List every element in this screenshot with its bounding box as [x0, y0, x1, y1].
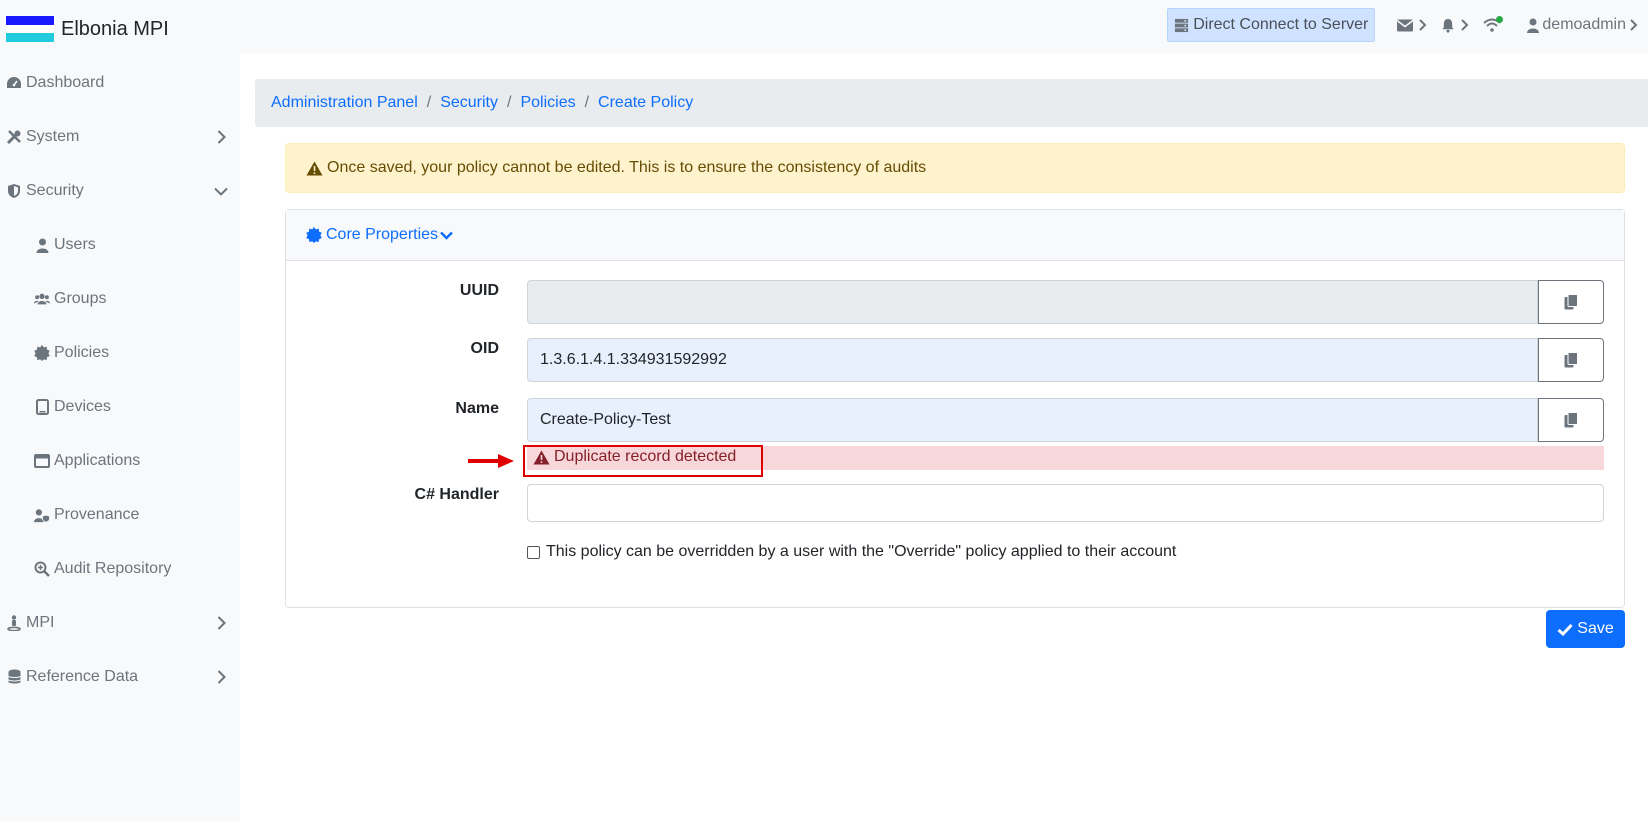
tablet-icon — [34, 399, 50, 415]
copy-icon — [1564, 294, 1578, 310]
sidebar-item-label: System — [26, 128, 80, 145]
sidebar-item-label: Groups — [54, 290, 107, 307]
save-button[interactable]: Save — [1546, 610, 1625, 648]
sidebar-item-label: Security — [26, 182, 84, 199]
sidebar-item-label: Users — [54, 236, 96, 253]
card-header[interactable]: Core Properties — [286, 210, 1624, 261]
chevron-right-icon — [217, 130, 226, 144]
arrow-annotation-icon — [468, 454, 514, 468]
bell-icon — [1442, 18, 1455, 33]
breadcrumb-create-policy[interactable]: Create Policy — [598, 94, 693, 112]
sidebar: Dashboard System Security Users Groups P… — [0, 54, 240, 822]
warning-alert: Once saved, your policy cannot be edited… — [285, 143, 1625, 193]
breadcrumb-separator: / — [507, 94, 512, 111]
sidebar-item-label: Devices — [54, 398, 111, 415]
alert-text: Once saved, your policy cannot be edited… — [327, 159, 927, 176]
sidebar-item-label: Audit Repository — [54, 560, 172, 577]
sidebar-item-dashboard[interactable]: Dashboard — [0, 68, 240, 98]
sidebar-item-applications[interactable]: Applications — [0, 446, 240, 476]
sidebar-item-mpi[interactable]: MPI — [0, 608, 240, 638]
connection-status[interactable] — [1483, 16, 1504, 32]
server-icon — [1175, 18, 1189, 32]
dashboard-icon — [6, 75, 22, 91]
person-icon — [6, 615, 22, 631]
database-icon — [6, 669, 22, 685]
name-field[interactable]: Create-Policy-Test — [527, 398, 1538, 442]
chevron-right-icon — [217, 670, 226, 684]
top-navbar: Elbonia MPI Direct Connect to Server dem… — [0, 0, 1648, 54]
username: demoadmin — [1542, 16, 1626, 33]
check-icon — [1557, 623, 1573, 636]
card-header-title: Core Properties — [326, 226, 439, 243]
sidebar-item-policies[interactable]: Policies — [0, 338, 240, 368]
copy-icon — [1564, 352, 1578, 368]
online-indicator — [1496, 16, 1504, 23]
tools-icon — [6, 129, 22, 145]
breadcrumb-separator: / — [584, 94, 590, 111]
sidebar-item-groups[interactable]: Groups — [0, 284, 240, 314]
sidebar-item-reference-data[interactable]: Reference Data — [0, 662, 240, 692]
sidebar-item-audit-repository[interactable]: Audit Repository — [0, 554, 240, 584]
sidebar-item-label: Applications — [54, 452, 141, 469]
sidebar-item-devices[interactable]: Devices — [0, 392, 240, 422]
copy-oid-button[interactable] — [1538, 338, 1604, 382]
user-menu[interactable]: demoadmin — [1527, 16, 1638, 34]
search-plus-icon — [34, 561, 50, 577]
chevron-down-icon — [214, 187, 228, 196]
certificate-icon — [34, 345, 50, 361]
override-checkbox-row[interactable]: This policy can be overridden by a user … — [527, 543, 1176, 561]
breadcrumb: Administration Panel / Security / Polici… — [255, 79, 1648, 127]
copy-icon — [1564, 412, 1578, 428]
sidebar-item-label: Policies — [54, 344, 110, 361]
chevron-down-icon — [440, 231, 453, 240]
top-nav-actions: Direct Connect to Server demoadmin — [1167, 7, 1638, 43]
sidebar-item-label: MPI — [26, 614, 55, 631]
user-icon — [1527, 18, 1540, 33]
override-checkbox[interactable] — [527, 545, 540, 559]
override-checkbox-label: This policy can be overridden by a user … — [546, 543, 1177, 560]
oid-label: OID — [470, 340, 499, 357]
handler-label: C# Handler — [414, 486, 499, 503]
breadcrumb-separator: / — [426, 94, 432, 111]
breadcrumb-policies[interactable]: Policies — [520, 94, 575, 112]
flag-logo — [6, 16, 54, 43]
sidebar-item-label: Provenance — [54, 506, 140, 523]
user-shield-icon — [34, 507, 50, 523]
name-label: Name — [455, 400, 499, 417]
notifications-menu[interactable] — [1441, 18, 1469, 33]
warning-icon — [306, 161, 323, 175]
sidebar-item-label: Dashboard — [26, 74, 105, 91]
chevron-right-icon — [217, 616, 226, 630]
user-icon — [34, 237, 50, 253]
save-label: Save — [1577, 620, 1614, 637]
highlight-box — [523, 445, 763, 477]
certificate-icon — [306, 227, 322, 243]
users-icon — [34, 291, 50, 307]
chevron-right-icon — [1461, 19, 1469, 31]
breadcrumb-administration-panel[interactable]: Administration Panel — [271, 94, 418, 112]
sidebar-item-system[interactable]: System — [0, 122, 240, 152]
handler-field[interactable] — [527, 484, 1604, 522]
direct-connect-button[interactable]: Direct Connect to Server — [1167, 8, 1376, 42]
sidebar-item-users[interactable]: Users — [0, 230, 240, 260]
uuid-label: UUID — [459, 282, 499, 299]
direct-connect-label: Direct Connect to Server — [1193, 16, 1369, 33]
chevron-right-icon — [1419, 19, 1427, 31]
sidebar-item-label: Reference Data — [26, 668, 139, 685]
copy-name-button[interactable] — [1538, 398, 1604, 442]
core-properties-card: Core Properties UUID OID 1.3.6.1.4.1.334… — [285, 209, 1625, 608]
shield-icon — [6, 183, 22, 199]
oid-field[interactable]: 1.3.6.1.4.1.334931592992 — [527, 338, 1538, 382]
app-title: Elbonia MPI — [61, 17, 169, 40]
breadcrumb-security[interactable]: Security — [440, 94, 498, 112]
window-icon — [34, 453, 50, 469]
mail-menu[interactable] — [1397, 19, 1427, 32]
uuid-field — [527, 280, 1538, 324]
sidebar-item-security[interactable]: Security — [0, 176, 240, 206]
envelope-icon — [1397, 19, 1414, 31]
brand[interactable]: Elbonia MPI — [6, 16, 169, 43]
sidebar-item-provenance[interactable]: Provenance — [0, 500, 240, 530]
copy-uuid-button[interactable] — [1538, 280, 1604, 324]
chevron-right-icon — [1630, 19, 1638, 31]
